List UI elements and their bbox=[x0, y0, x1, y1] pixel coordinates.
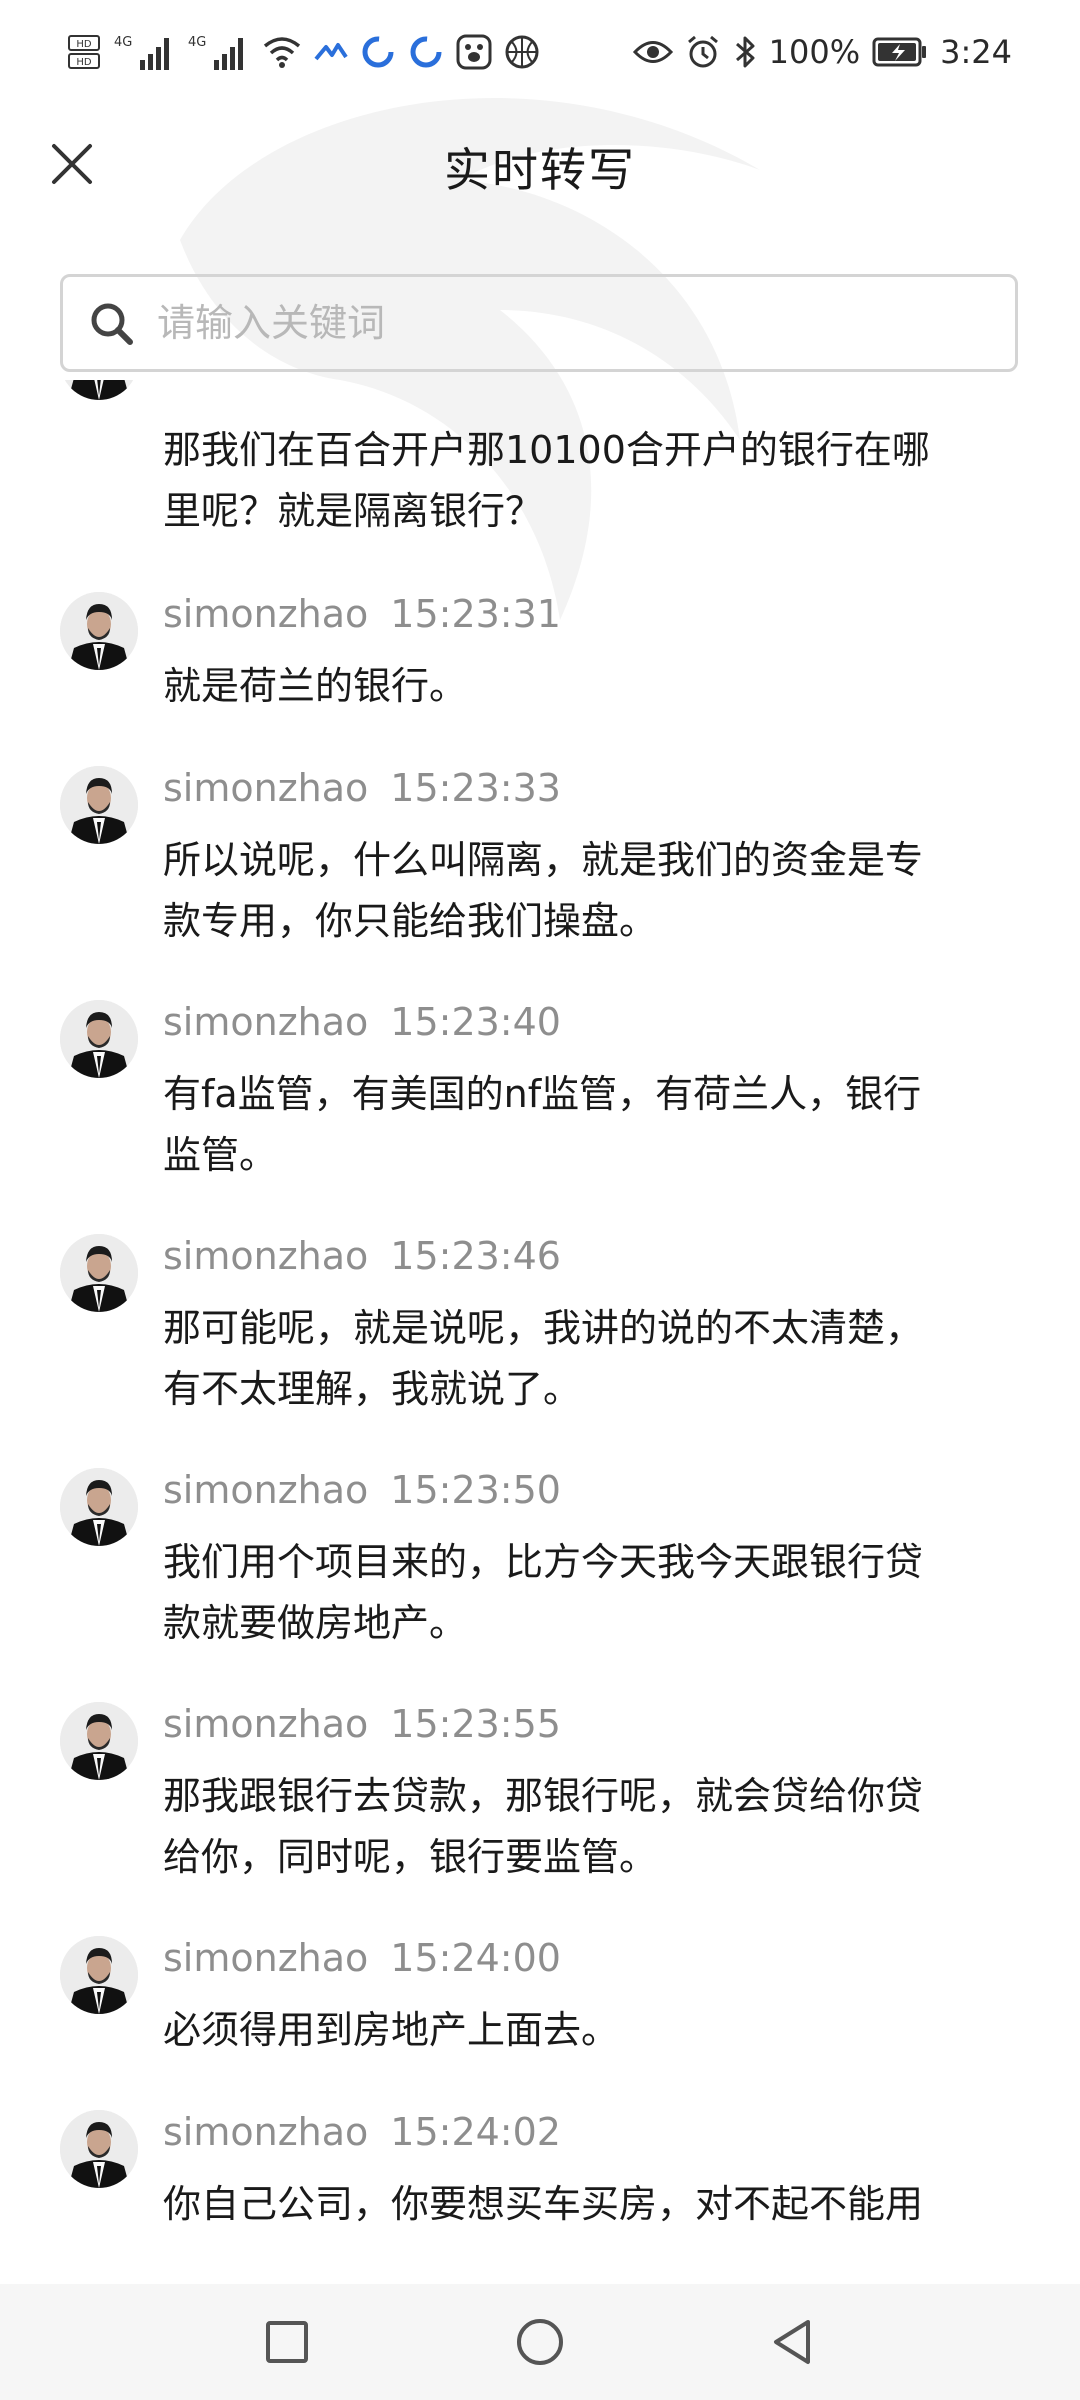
system-nav-bar bbox=[0, 2284, 1080, 2400]
speaker-name: simonzhao bbox=[163, 1000, 369, 1044]
message-line: 那我跟银行去贷款，那银行呢，就会贷给你贷 bbox=[163, 1774, 924, 1818]
status-bar: HD HD 4G 4G 100% 3:24 bbox=[0, 0, 1080, 104]
message-line: 有fa监管，有美国的nf监管，有荷兰人，银行 bbox=[163, 1072, 922, 1116]
avatar bbox=[60, 1000, 138, 1078]
basketball-icon bbox=[504, 34, 540, 70]
message-line: 那我们在百合开户那10100合开户的银行在哪 bbox=[163, 428, 930, 472]
message-line: 里呢？就是隔离银行？ bbox=[163, 489, 544, 533]
entry-time: 15:23:33 bbox=[390, 766, 561, 810]
message-text: 所以说呢，什么叫隔离，就是我们的资金是专 款专用，你只能给我们操盘。 bbox=[163, 830, 1023, 952]
search-input[interactable] bbox=[139, 276, 1015, 370]
page-title: 实时转写 bbox=[444, 143, 636, 197]
avatar bbox=[60, 1936, 138, 2014]
cell-signal-2-icon: 4G bbox=[188, 32, 250, 72]
entry-time: 15:24:00 bbox=[390, 1936, 561, 1980]
message-text: 我们用个项目来的，比方今天我今天跟银行贷 款就要做房地产。 bbox=[163, 1532, 1023, 1654]
entry-meta: simonzhao 15:23:40 bbox=[163, 1000, 561, 1044]
header: 实时转写 bbox=[0, 104, 1080, 234]
speaker-name: simonzhao bbox=[163, 592, 369, 636]
status-right: 100% 3:24 bbox=[632, 33, 1012, 71]
avatar bbox=[60, 2110, 138, 2188]
speaker-name: simonzhao bbox=[163, 1702, 369, 1746]
speaker-name: simonzhao bbox=[163, 2110, 369, 2154]
speaker-name: simonzhao bbox=[163, 1234, 369, 1278]
circle-icon bbox=[516, 2319, 563, 2365]
svg-text:HD: HD bbox=[76, 57, 92, 68]
entry-meta: simonzhao 15:23:50 bbox=[163, 1468, 561, 1512]
entry-time: 15:23:40 bbox=[390, 1000, 561, 1044]
transcript-list[interactable]: 那我们在百合开户那10100合开户的银行在哪 里呢？就是隔离银行？ simonz… bbox=[0, 380, 1080, 2280]
entry-time: 15:23:55 bbox=[390, 1702, 561, 1746]
entry-time: 15:23:31 bbox=[390, 592, 561, 636]
cell-signal-1-icon: 4G bbox=[114, 32, 176, 72]
status-time: 3:24 bbox=[940, 33, 1012, 71]
speaker-name: simonzhao bbox=[163, 1468, 369, 1512]
speaker-name: simonzhao bbox=[163, 766, 369, 810]
entry-meta: simonzhao 15:24:00 bbox=[163, 1936, 561, 1980]
square-icon bbox=[265, 2321, 308, 2363]
message-line: 所以说呢，什么叫隔离，就是我们的资金是专 bbox=[163, 838, 924, 882]
alarm-icon bbox=[685, 34, 721, 70]
message-line: 监管。 bbox=[163, 1133, 278, 1177]
app-notify-icon bbox=[314, 37, 348, 67]
message-line: 款专用，你只能给我们操盘。 bbox=[163, 899, 658, 943]
message-line: 必须得用到房地产上面去。 bbox=[163, 2008, 620, 2052]
entry-meta: simonzhao 15:23:33 bbox=[163, 766, 561, 810]
entry-time: 15:23:50 bbox=[390, 1468, 561, 1512]
message-line: 那可能呢，就是说呢，我讲的说的不太清楚， bbox=[163, 1306, 924, 1350]
search-icon bbox=[83, 295, 139, 351]
avatar bbox=[60, 1468, 138, 1546]
screen: HD HD 4G 4G 100% 3:24 实时转写 请输入关键词 那我们在百合… bbox=[0, 0, 1080, 2400]
sync-ring-2-icon bbox=[408, 34, 444, 70]
avatar bbox=[60, 1702, 138, 1780]
message-text: 必须得用到房地产上面去。 bbox=[163, 2000, 1023, 2061]
svg-text:HD: HD bbox=[76, 39, 92, 50]
entry-meta: simonzhao 15:24:02 bbox=[163, 2110, 561, 2154]
entry-meta: simonzhao 15:23:31 bbox=[163, 592, 561, 636]
network-1-label: 4G bbox=[114, 35, 132, 50]
avatar bbox=[60, 766, 138, 844]
hd-signal-icon: HD HD bbox=[68, 34, 102, 70]
avatar bbox=[60, 380, 138, 400]
message-line: 给你，同时呢，银行要监管。 bbox=[163, 1835, 658, 1879]
battery-icon bbox=[872, 36, 928, 68]
recents-button[interactable] bbox=[247, 2302, 327, 2382]
message-text: 有fa监管，有美国的nf监管，有荷兰人，银行 监管。 bbox=[163, 1064, 1023, 1186]
avatar bbox=[60, 592, 138, 670]
avatar bbox=[60, 1234, 138, 1312]
eye-icon bbox=[632, 37, 673, 67]
bluetooth-icon bbox=[733, 34, 757, 70]
entry-time: 15:24:02 bbox=[390, 2110, 561, 2154]
status-left: HD HD 4G 4G bbox=[68, 32, 540, 72]
paw-icon bbox=[456, 34, 492, 70]
triangle-back-icon bbox=[774, 2320, 811, 2364]
battery-percent: 100% bbox=[768, 33, 861, 71]
wifi-icon bbox=[262, 34, 302, 70]
message-text: 那我跟银行去贷款，那银行呢，就会贷给你贷 给你，同时呢，银行要监管。 bbox=[163, 1766, 1023, 1888]
message-text: 就是荷兰的银行。 bbox=[163, 656, 1023, 717]
message-line: 你自己公司，你要想买车买房，对不起不能用 bbox=[163, 2182, 924, 2226]
home-button[interactable] bbox=[500, 2302, 580, 2382]
message-line: 就是荷兰的银行。 bbox=[163, 664, 468, 708]
search-box[interactable] bbox=[60, 274, 1018, 372]
network-2-label: 4G bbox=[188, 35, 206, 50]
message-text: 那我们在百合开户那10100合开户的银行在哪 里呢？就是隔离银行？ bbox=[163, 420, 1023, 542]
message-line: 有不太理解，我就说了。 bbox=[163, 1367, 582, 1411]
speaker-name: simonzhao bbox=[163, 1936, 369, 1980]
message-text: 你自己公司，你要想买车买房，对不起不能用 bbox=[163, 2174, 1023, 2235]
entry-time: 15:23:46 bbox=[390, 1234, 561, 1278]
message-line: 款就要做房地产。 bbox=[163, 1601, 468, 1645]
entry-meta: simonzhao 15:23:46 bbox=[163, 1234, 561, 1278]
sync-ring-icon bbox=[360, 34, 396, 70]
entry-meta: simonzhao 15:23:55 bbox=[163, 1702, 561, 1746]
message-line: 我们用个项目来的，比方今天我今天跟银行贷 bbox=[163, 1540, 924, 1584]
back-button[interactable] bbox=[753, 2302, 833, 2382]
message-text: 那可能呢，就是说呢，我讲的说的不太清楚， 有不太理解，我就说了。 bbox=[163, 1298, 1023, 1420]
